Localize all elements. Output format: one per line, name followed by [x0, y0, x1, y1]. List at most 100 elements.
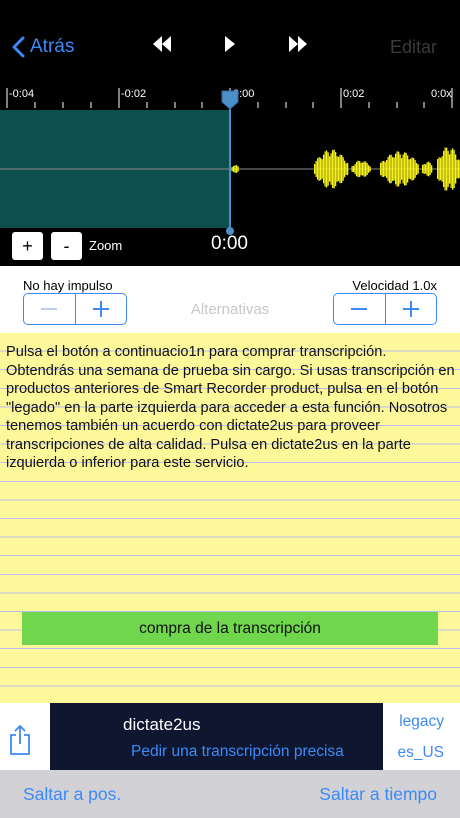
- waveform-sample: [398, 151, 400, 187]
- dictate2us-subtitle: Pedir una transcripción precisa: [131, 743, 344, 760]
- zoom-out-button[interactable]: -: [51, 232, 82, 260]
- waveform-sample: [384, 161, 386, 177]
- waveform-sample: [402, 154, 404, 184]
- playhead-handle-icon[interactable]: [220, 89, 240, 111]
- waveform-sample: [417, 164, 419, 174]
- waveform-sample: [368, 165, 370, 173]
- impulse-decrease-button[interactable]: [24, 294, 75, 324]
- zoom-label: Zoom: [89, 238, 123, 253]
- waveform-sample: [410, 158, 412, 180]
- plus-icon: [92, 301, 109, 317]
- waveform-sample: [342, 157, 344, 181]
- waveform-sample: [347, 162, 349, 176]
- share-icon[interactable]: [7, 724, 33, 756]
- jump-to-time-button[interactable]: Saltar a tiempo: [319, 784, 437, 805]
- legacy-button[interactable]: legacy: [399, 713, 444, 731]
- waveform-sample: [458, 159, 460, 179]
- waveform-sample: [323, 154, 325, 184]
- current-time: 0:00: [211, 233, 248, 254]
- plus-icon: [402, 301, 419, 317]
- waveform-sample: [327, 152, 329, 186]
- waveform-sample: [333, 149, 335, 189]
- waveform-sample: [321, 159, 323, 179]
- waveform-sample: [381, 161, 383, 177]
- waveform-sample: [363, 161, 365, 177]
- waveform-sample: [452, 148, 454, 190]
- waveform-sample: [387, 156, 389, 182]
- speed-increase-button[interactable]: [384, 294, 437, 324]
- waveform-sample: [356, 161, 358, 177]
- waveform-sample: [360, 162, 362, 176]
- dictate-bar: dictate2us Pedir una transcripción preci…: [0, 703, 460, 770]
- locale-button[interactable]: es_US: [397, 744, 444, 762]
- waveform-sample: [231, 166, 233, 172]
- rewind-button[interactable]: [151, 34, 173, 59]
- waveform-sample: [440, 157, 442, 181]
- fast-forward-button[interactable]: [287, 34, 309, 59]
- waveform-sample: [234, 165, 236, 173]
- buy-transcription-button[interactable]: compra de la transcripción: [22, 612, 438, 645]
- waveform-sample: [380, 162, 382, 176]
- waveform-sample: [351, 165, 353, 173]
- play-button[interactable]: [223, 34, 237, 59]
- waveform-sample: [405, 152, 407, 186]
- back-label: Atrás: [30, 36, 75, 57]
- speed-decrease-button[interactable]: [334, 294, 385, 324]
- waveform-sample: [455, 154, 457, 184]
- waveform-sample: [431, 165, 433, 173]
- waveform-sample: [353, 165, 355, 173]
- edit-button[interactable]: Editar: [390, 37, 437, 58]
- tick-label: -0:04: [9, 88, 35, 100]
- waveform-sample: [446, 147, 448, 191]
- waveform-sample: [365, 161, 367, 177]
- waveform-sample: [441, 156, 443, 182]
- waveform-sample: [359, 161, 361, 177]
- waveform-sample: [414, 160, 416, 178]
- waveform-sample: [425, 164, 427, 174]
- waveform-sample: [386, 160, 388, 178]
- jump-to-position-button[interactable]: Saltar a pos.: [23, 784, 121, 805]
- waveform-sample: [390, 154, 392, 184]
- transcription-pad: Pulsa el botón a continuacio1n para comp…: [0, 333, 460, 703]
- bottom-toolbar: Saltar a pos. Saltar a tiempo: [0, 770, 460, 818]
- play-icon: [225, 36, 235, 52]
- alternatives-button[interactable]: Alternativas: [180, 301, 280, 318]
- waveform-sample: [318, 157, 320, 181]
- waveform-sample: [396, 151, 398, 187]
- waveform-sample: [407, 155, 409, 183]
- waveform-sample: [354, 163, 356, 175]
- waveform-sample: [326, 150, 328, 188]
- waveform-sample: [416, 162, 418, 176]
- waveform-sample: [456, 159, 458, 179]
- waveform-sample: [408, 159, 410, 179]
- waveform-sample: [339, 154, 341, 184]
- waveform-sample: [413, 158, 415, 180]
- waveform-sample: [324, 151, 326, 187]
- back-button[interactable]: Atrás: [12, 33, 74, 61]
- waveform-sample: [429, 162, 431, 176]
- waveform-sample: [383, 160, 385, 178]
- waveform-sample: [444, 147, 446, 191]
- impulse-increase-button[interactable]: [74, 294, 127, 324]
- waveform-sample: [332, 150, 334, 188]
- playback-controls: No hay impulso Velocidad 1.0x Alternativ…: [0, 266, 460, 333]
- transcription-info-text: Pulsa el botón a continuacio1n para comp…: [6, 344, 455, 471]
- waveform-sample: [423, 164, 425, 174]
- waveform-sample: [320, 157, 322, 181]
- waveform-sample: [344, 160, 346, 178]
- fast-forward-icon: [289, 36, 307, 52]
- waveform-sample: [362, 162, 364, 176]
- waveform-sample: [393, 157, 395, 181]
- tick-label: 0:0x: [431, 88, 452, 100]
- zoom-in-button[interactable]: +: [12, 232, 43, 260]
- dictate2us-banner[interactable]: dictate2us Pedir una transcripción preci…: [50, 703, 383, 770]
- waveform-sample: [314, 164, 316, 174]
- waveform-sample: [335, 151, 337, 187]
- waveform-sample: [315, 161, 317, 177]
- speed-label: Velocidad 1.0x: [352, 278, 437, 293]
- waveform-sample: [453, 150, 455, 188]
- waveform-sample: [233, 165, 235, 173]
- waveform-sample: [341, 154, 343, 184]
- speed-stepper: [333, 293, 437, 325]
- waveform-sample: [317, 158, 319, 180]
